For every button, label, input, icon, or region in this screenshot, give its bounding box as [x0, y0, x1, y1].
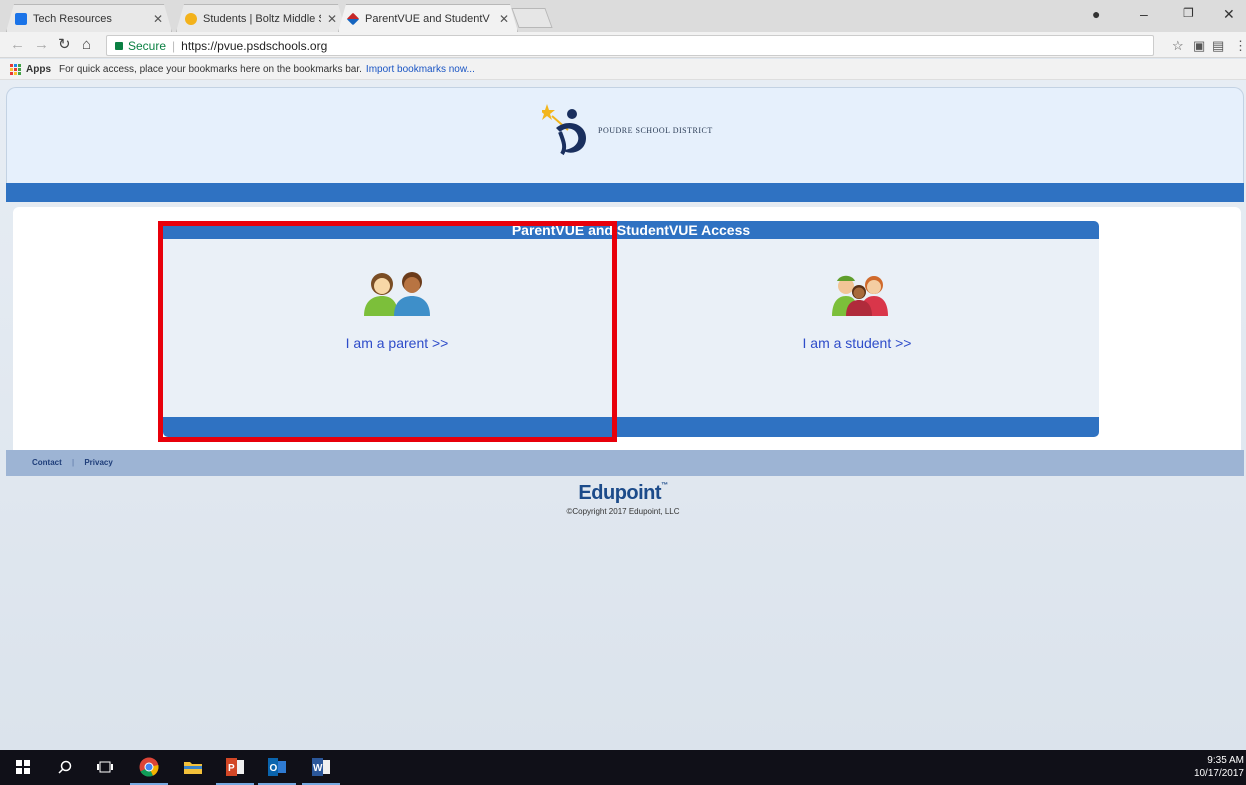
tab-strip: Tech Resources ✕ Students | Boltz Middle…	[0, 0, 1246, 32]
tab-boltz-students[interactable]: Students | Boltz Middle S ✕	[176, 4, 346, 32]
forward-icon[interactable]: →	[34, 36, 49, 54]
sheets-icon	[15, 13, 27, 25]
chrome-icon[interactable]	[130, 756, 168, 785]
new-tab-button[interactable]	[511, 8, 553, 28]
students-icon	[832, 275, 888, 316]
svg-text:W: W	[313, 763, 323, 774]
import-bookmarks-link[interactable]: Import bookmarks now...	[366, 64, 475, 75]
reload-icon[interactable]: ↻	[58, 36, 71, 54]
svg-text:P: P	[228, 763, 235, 774]
home-icon[interactable]: ⌂	[82, 36, 91, 54]
school-crest-icon	[185, 13, 197, 25]
trademark-mark: ™	[661, 482, 668, 489]
close-tab-icon[interactable]: ✕	[499, 12, 509, 26]
task-view-icon[interactable]	[94, 756, 116, 778]
district-logo-icon	[542, 104, 586, 156]
back-icon[interactable]: ←	[10, 36, 25, 54]
bookmarks-bar: Apps For quick access, place your bookma…	[0, 59, 1246, 80]
header-band	[6, 183, 1244, 202]
footer-bar: Contact | Privacy	[6, 450, 1244, 476]
footer-divider: |	[72, 458, 75, 467]
outlook-icon[interactable]: O	[258, 756, 296, 785]
word-icon[interactable]: W	[302, 756, 340, 785]
menu-icon[interactable]: ⋮	[1234, 38, 1246, 54]
profile-icon[interactable]: ●	[1092, 6, 1100, 22]
page-viewport: POUDRE SCHOOL DISTRICT ParentVUE and Stu…	[0, 80, 1246, 750]
powerpoint-icon[interactable]: P	[216, 756, 254, 785]
windows-start-icon[interactable]	[12, 756, 34, 778]
student-link[interactable]: I am a student >>	[707, 335, 1007, 351]
lock-icon	[115, 41, 123, 50]
restore-icon[interactable]: ❐	[1183, 6, 1194, 20]
district-name: POUDRE SCHOOL DISTRICT	[598, 125, 713, 135]
bookmarks-hint: For quick access, place your bookmarks h…	[59, 63, 362, 75]
browser-toolbar: ← → ↻ ⌂ Secure | https://pvue.psdschools…	[0, 32, 1246, 58]
tab-title: Students | Boltz Middle S	[203, 12, 321, 25]
copyright-text: ©Copyright 2017 Edupoint, LLC	[566, 507, 680, 516]
apps-grid-icon[interactable]	[10, 63, 21, 75]
parent-highlight-box	[158, 221, 617, 442]
student-option[interactable]: I am a student >>	[707, 266, 1007, 351]
privacy-link[interactable]: Privacy	[84, 458, 112, 467]
address-bar[interactable]: Secure | https://pvue.psdschools.org	[106, 35, 1154, 56]
close-tab-icon[interactable]: ✕	[327, 12, 337, 26]
clock-date: 10/17/2017	[1193, 768, 1244, 779]
close-tab-icon[interactable]: ✕	[153, 12, 163, 26]
windows-taskbar: P O W 9:35 AM 10/17/2017	[0, 750, 1246, 785]
tab-tech-resources[interactable]: Tech Resources ✕	[6, 4, 172, 32]
extension-icon[interactable]: ▣	[1193, 38, 1205, 54]
edupoint-wordmark: Edupoint	[578, 482, 662, 504]
tab-title: Tech Resources	[33, 12, 112, 25]
vue-diamond-icon	[347, 12, 360, 25]
bookmark-star-icon[interactable]: ☆	[1172, 38, 1184, 54]
tab-title: ParentVUE and StudentV	[365, 12, 490, 25]
page-header: POUDRE SCHOOL DISTRICT	[6, 87, 1244, 183]
address-divider: |	[172, 38, 176, 53]
clock-time: 9:35 AM	[1207, 755, 1244, 766]
svg-text:O: O	[270, 763, 278, 774]
tab-parentvue[interactable]: ParentVUE and StudentV ✕	[338, 4, 518, 32]
edupoint-branding: Edupoint™ ©Copyright 2017 Edupoint, LLC	[0, 482, 1246, 516]
extension-icon[interactable]: ▤	[1212, 38, 1224, 54]
file-explorer-icon[interactable]	[182, 756, 204, 778]
url-text: https://pvue.psdschools.org	[181, 38, 328, 53]
close-window-icon[interactable]: ✕	[1223, 6, 1235, 23]
apps-shortcut[interactable]: Apps	[26, 64, 51, 75]
secure-label: Secure	[128, 38, 167, 53]
district-logo: POUDRE SCHOOL DISTRICT	[542, 102, 713, 158]
system-clock[interactable]: 9:35 AM 10/17/2017	[1194, 754, 1244, 780]
search-icon[interactable]	[54, 756, 76, 778]
contact-link[interactable]: Contact	[32, 458, 62, 467]
edupoint-logo: Edupoint™	[0, 482, 1246, 505]
minimize-icon[interactable]: –	[1140, 6, 1148, 22]
